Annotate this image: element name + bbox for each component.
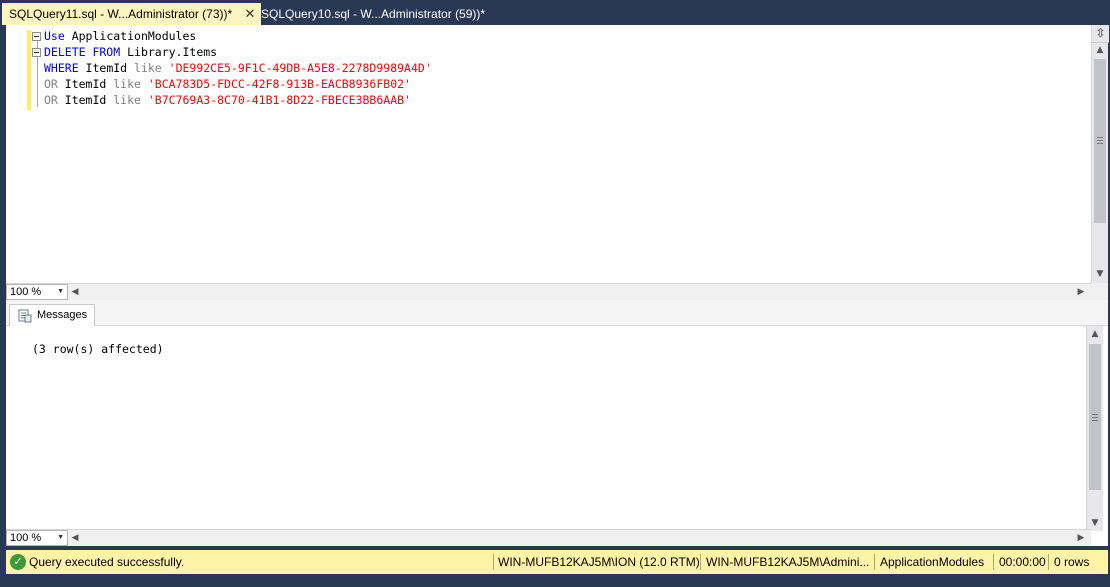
collapse-icon[interactable]: [32, 32, 41, 41]
scroll-right-icon[interactable]: ▶: [1074, 530, 1088, 546]
window-bottom-edge: [0, 574, 1110, 587]
outline-guide: [37, 57, 38, 107]
code-line[interactable]: OR ItemId like 'BCA783D5-FDCC-42F8-913B-…: [44, 76, 411, 92]
tab-label: Messages: [37, 309, 88, 321]
code-token: Use: [44, 29, 65, 43]
result-message: (3 row(s) affected): [32, 342, 164, 356]
zoom-select[interactable]: 100 % ▼: [6, 284, 68, 300]
code-token: ItemId: [57, 77, 114, 91]
code-line[interactable]: OR ItemId like 'B7C769A3-8C70-41B1-8D22-…: [44, 92, 411, 108]
tab-sqlquery10[interactable]: SQLQuery10.sql - W...Administrator (59))…: [254, 3, 501, 25]
server-name: WIN-MUFB12KAJ5M\ION (12.0 RTM): [498, 555, 700, 569]
elapsed-time: 00:00:00: [999, 555, 1046, 569]
scroll-left-icon[interactable]: ◀: [68, 530, 82, 546]
scroll-corner: [1091, 283, 1108, 300]
query-editor[interactable]: Use ApplicationModules DELETE FROM Librar…: [6, 25, 1109, 300]
code-token: 'B7C769A3-8C70-41B1-8D22-FBECE3BB6AAB': [140, 93, 411, 107]
row-count: 0 rows: [1054, 555, 1090, 569]
code-token: like: [113, 93, 141, 107]
code-line[interactable]: WHERE ItemId like 'DE992CE5-9F1C-49DB-A5…: [44, 60, 432, 76]
code-token: OR: [44, 93, 58, 107]
divider: [993, 554, 994, 570]
zoom-value: 100 %: [10, 532, 42, 544]
divider: [493, 554, 494, 570]
scroll-up-icon[interactable]: ▲: [1092, 42, 1108, 58]
code-token: OR: [44, 77, 58, 91]
changed-lines-marker: [27, 30, 31, 110]
code-token: 'DE992CE5-9F1C-49DB-A5E8-2278D9989A4D': [161, 61, 432, 75]
scroll-down-icon[interactable]: ▼: [1092, 266, 1108, 282]
login-name: WIN-MUFB12KAJ5M\Admini...: [706, 555, 870, 569]
success-check-icon: ✓: [10, 554, 26, 570]
code-token: like: [134, 61, 162, 75]
code-token: 'BCA783D5-FDCC-42F8-913B-EACB8936FB02': [140, 77, 411, 91]
code-token: WHERE: [44, 61, 79, 75]
code-token: ItemId: [78, 61, 135, 75]
tab-sqlquery11[interactable]: SQLQuery11.sql - W...Administrator (73))…: [2, 3, 261, 25]
code-token: DELETE FROM: [44, 45, 121, 59]
status-message: Query executed successfully.: [29, 555, 185, 569]
scroll-up-icon[interactable]: ▲: [1087, 326, 1103, 342]
horizontal-scroll-track[interactable]: [84, 286, 1072, 298]
tab-label: SQLQuery10.sql - W...Administrator (59))…: [261, 7, 486, 21]
editor-vertical-scrollbar[interactable]: ⇳ ▲ ▼: [1091, 25, 1109, 283]
editor-horizontal-bar: 100 % ▼ ◀ ▶: [6, 283, 1091, 300]
results-tab-bar: Messages: [6, 300, 1108, 326]
scrollbar-thumb[interactable]: [1089, 344, 1101, 490]
tab-messages[interactable]: Messages: [9, 304, 95, 326]
divider: [874, 554, 875, 570]
divider: [1048, 554, 1049, 570]
grip-icon: [1092, 414, 1098, 421]
messages-icon: [18, 309, 32, 323]
code-line[interactable]: DELETE FROM Library.Items: [44, 44, 217, 60]
status-bar: ✓ Query executed successfully. WIN-MUFB1…: [6, 550, 1108, 574]
chevron-down-icon: ▼: [57, 534, 64, 541]
messages-pane[interactable]: (3 row(s) affected) ▲ ▼ 100 % ▼ ◀ ▶: [6, 326, 1108, 546]
grip-icon: [1097, 137, 1103, 144]
document-tab-strip: SQLQuery11.sql - W...Administrator (73))…: [0, 0, 1110, 25]
divider: [700, 554, 701, 570]
outline-guide: [37, 41, 38, 48]
collapse-icon[interactable]: [32, 48, 41, 57]
code-token: ApplicationModules: [64, 29, 197, 43]
code-line[interactable]: Use ApplicationModules: [44, 28, 196, 44]
zoom-select[interactable]: 100 % ▼: [6, 530, 68, 546]
messages-horizontal-bar: 100 % ▼ ◀ ▶: [6, 529, 1091, 546]
code-token: ItemId: [57, 93, 114, 107]
scrollbar-thumb[interactable]: [1094, 59, 1106, 223]
zoom-value: 100 %: [10, 286, 42, 298]
database-name: ApplicationModules: [880, 555, 985, 569]
tab-label: SQLQuery11.sql - W...Administrator (73))…: [9, 7, 233, 21]
scroll-left-icon[interactable]: ◀: [68, 284, 82, 300]
code-token: like: [113, 77, 141, 91]
split-icon[interactable]: ⇳: [1092, 25, 1109, 43]
scroll-right-icon[interactable]: ▶: [1074, 284, 1088, 300]
chevron-down-icon: ▼: [57, 288, 64, 295]
code-token: Library.Items: [120, 45, 218, 59]
messages-vertical-scrollbar[interactable]: ▲ ▼: [1086, 326, 1103, 531]
